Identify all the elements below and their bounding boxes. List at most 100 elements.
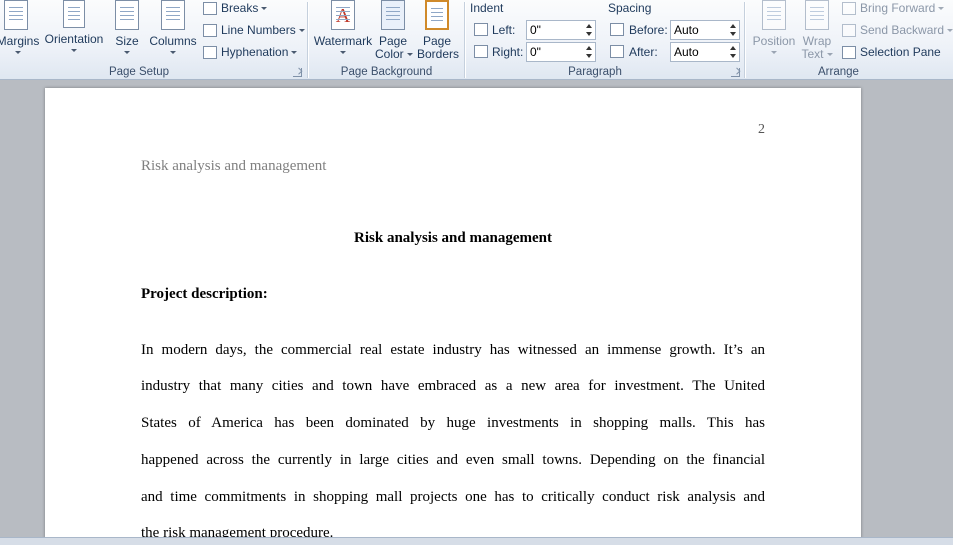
page-number: 2	[758, 122, 765, 137]
watermark-button[interactable]: A Watermark	[313, 0, 373, 54]
chevron-down-icon	[938, 7, 945, 11]
position-icon	[762, 0, 786, 30]
chevron-down-icon	[771, 51, 777, 54]
chevron-down-icon	[261, 7, 268, 11]
chevron-down-icon	[406, 53, 413, 57]
spacing-before-input[interactable]: Auto	[670, 20, 740, 40]
margins-icon	[4, 0, 28, 30]
indent-right-icon	[474, 45, 488, 58]
section-heading: Project description:	[141, 286, 268, 302]
paint-bucket-icon	[381, 0, 405, 30]
page-borders-button[interactable]: Page Borders	[417, 0, 460, 61]
orientation-button[interactable]: Orientation	[43, 0, 105, 52]
indent-right-value: 0"	[530, 45, 541, 59]
page-background-group-label: Page Background	[340, 66, 433, 78]
margins-label: Margins	[0, 34, 40, 48]
position-button[interactable]: Position	[750, 0, 798, 54]
indent-left-label: Left:	[492, 23, 516, 37]
indent-right-input[interactable]: 0"	[526, 42, 596, 62]
spacing-after-input[interactable]: Auto	[670, 42, 740, 62]
send-backward-button[interactable]: Send Backward	[842, 20, 953, 40]
chevron-down-icon	[71, 49, 77, 52]
spacing-header: Spacing	[608, 1, 652, 15]
line-numbers-button[interactable]: Line Numbers	[203, 20, 305, 40]
orientation-icon	[63, 0, 85, 28]
spin-arrows-icon[interactable]	[585, 22, 593, 38]
document-page[interactable]: 2 Risk analysis and management Risk anal…	[45, 88, 861, 545]
group-separator	[744, 2, 745, 78]
body-line: In modern days, the commercial real esta…	[141, 342, 765, 358]
wrap-text-icon	[805, 0, 829, 30]
chevron-down-icon	[170, 51, 176, 54]
ribbon: Margins Orientation Size Columns Breaks …	[0, 0, 953, 80]
body-line: happened across the currently in large c…	[141, 452, 765, 468]
chevron-down-icon	[15, 51, 21, 54]
chevron-down-icon	[298, 29, 305, 33]
page-setup-group-label: Page Setup	[108, 66, 170, 78]
bring-forward-button[interactable]: Bring Forward	[842, 0, 945, 18]
hyphenation-button[interactable]: Hyphenation	[203, 42, 298, 62]
chevron-down-icon	[826, 53, 833, 57]
margins-button[interactable]: Margins	[0, 0, 42, 54]
columns-button[interactable]: Columns	[149, 0, 197, 54]
size-button[interactable]: Size	[113, 0, 141, 54]
spacing-before-icon	[610, 23, 624, 36]
line-numbers-icon	[203, 24, 217, 38]
page-borders-icon	[425, 0, 449, 30]
status-bar	[0, 537, 953, 545]
paragraph-group-label: Paragraph	[568, 66, 622, 78]
spin-arrows-icon[interactable]	[729, 22, 737, 38]
indent-header: Indent	[470, 1, 504, 15]
spacing-after-value: Auto	[674, 45, 699, 59]
document-title: Risk analysis and management	[354, 230, 552, 246]
paragraph-group: Indent Left: 0" Right: 0" Spacing Before…	[466, 0, 744, 80]
bring-forward-label: Bring Forward	[860, 1, 936, 15]
arrange-group: Position Wrap Text Bring Forward Send Ba…	[746, 0, 953, 80]
bring-forward-icon	[842, 2, 856, 16]
indent-right-label: Right:	[492, 45, 524, 59]
spin-arrows-icon[interactable]	[729, 44, 737, 60]
page-background-group: A Watermark Page Color Page Borders Page…	[309, 0, 464, 80]
spacing-after-icon	[610, 45, 624, 58]
hyphenation-icon	[203, 46, 217, 60]
selection-pane-icon	[842, 46, 856, 60]
arrange-group-label: Arrange	[818, 66, 859, 78]
breaks-icon	[203, 2, 217, 16]
body-line: industry that many cities and town have …	[141, 378, 765, 394]
size-label: Size	[115, 34, 139, 48]
body-line: and time commitments in shopping mall pr…	[141, 489, 765, 505]
breaks-button[interactable]: Breaks	[203, 0, 268, 18]
spacing-after-label: After:	[629, 45, 658, 59]
chevron-down-icon	[340, 51, 346, 54]
chevron-down-icon	[947, 29, 953, 33]
paragraph-launcher-icon[interactable]	[731, 68, 740, 77]
columns-label: Columns	[149, 34, 197, 48]
watermark-icon: A	[331, 0, 355, 30]
selection-pane-button[interactable]: Selection Pane	[842, 42, 941, 62]
position-label: Position	[752, 34, 796, 48]
page-setup-launcher-icon[interactable]	[293, 68, 302, 77]
running-head: Risk analysis and management	[141, 158, 327, 174]
indent-left-value: 0"	[530, 23, 541, 37]
chevron-down-icon	[291, 51, 298, 55]
hyphenation-label: Hyphenation	[221, 45, 289, 59]
spin-arrows-icon[interactable]	[585, 44, 593, 60]
size-icon	[115, 0, 139, 30]
send-backward-icon	[842, 24, 856, 38]
indent-left-icon	[474, 23, 488, 36]
page-setup-group: Margins Orientation Size Columns Breaks …	[0, 0, 307, 80]
indent-left-input[interactable]: 0"	[526, 20, 596, 40]
page-borders-label-2: Borders	[417, 47, 460, 61]
spacing-before-label: Before:	[629, 23, 668, 37]
wrap-text-button[interactable]: Wrap Text	[800, 0, 834, 61]
columns-icon	[161, 0, 185, 30]
group-separator	[307, 2, 308, 78]
orientation-label: Orientation	[44, 32, 104, 46]
body-line: States of America has been dominated by …	[141, 415, 765, 431]
chevron-down-icon	[124, 51, 130, 54]
spacing-before-value: Auto	[674, 23, 699, 37]
watermark-label: Watermark	[313, 34, 373, 48]
wrap-text-label-2: Text	[801, 47, 824, 61]
line-numbers-label: Line Numbers	[221, 23, 296, 37]
page-color-button[interactable]: Page Color	[375, 0, 413, 61]
